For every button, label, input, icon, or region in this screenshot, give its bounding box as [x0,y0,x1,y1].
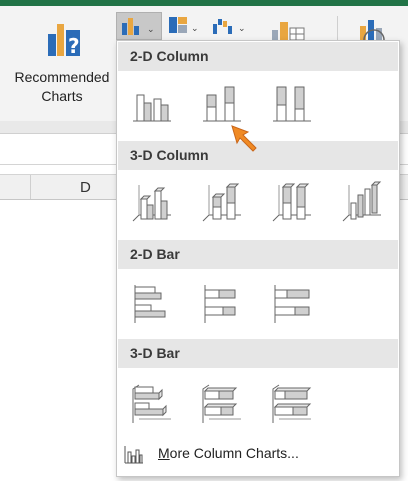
more-column-charts-button[interactable]: More Column Charts... [118,439,398,469]
more-column-charts-label: More Column Charts... [158,445,299,461]
chevron-down-icon: ⌄ [238,23,246,33]
chevron-down-icon: ⌄ [147,24,155,34]
hierarchy-chart-icon [169,17,187,33]
section-3d-bar: 3-D Bar [118,339,398,368]
stacked-bar-icon[interactable] [199,281,243,325]
column-chart-dropdown: 2-D Column 3-D Column 2-D Bar 3-D Bar Mo… [116,40,400,477]
chevron-down-icon: ⌄ [191,23,199,33]
more-accelerator-letter: M [158,445,170,461]
svg-text:?: ? [68,34,80,58]
waterfall-chart-icon [213,19,232,34]
recommended-charts-button[interactable]: ? Recommended Charts [8,16,116,108]
clustered-bar-icon[interactable] [129,281,173,325]
recommended-charts-label: Recommended Charts [8,68,116,106]
insert-column-bar-chart-button[interactable]: ⌄ [116,12,162,40]
column-d-header[interactable]: D [80,179,91,196]
column-chart-icon [122,18,139,35]
section-2d-column: 2-D Column [118,42,398,71]
3d-clustered-bar-icon[interactable] [129,381,173,425]
3d-stacked-column-icon[interactable] [199,181,243,225]
section-2d-bar: 2-D Bar [118,240,398,269]
insert-hierarchy-chart-button[interactable]: ⌄ [166,12,202,40]
100-stacked-bar-icon[interactable] [269,281,313,325]
100-stacked-column-icon[interactable] [269,81,313,125]
column-divider [30,175,31,199]
stacked-column-icon[interactable] [199,81,243,125]
3d-100-stacked-column-icon[interactable] [269,181,313,225]
small-column-chart-icon [124,444,144,464]
3d-clustered-column-icon[interactable] [129,181,173,225]
clustered-column-icon[interactable] [129,81,173,125]
3d-column-icon[interactable] [339,181,383,225]
3d-100-stacked-bar-icon[interactable] [269,381,313,425]
insert-waterfall-chart-button[interactable]: ⌄ [210,12,250,40]
pointer-arrow-icon [228,122,262,156]
recommended-label-line2: Charts [41,88,83,104]
recommended-label-line1: Recommended [14,69,110,85]
more-label-text: ore Column Charts... [169,445,299,461]
3d-stacked-bar-icon[interactable] [199,381,243,425]
recommended-charts-icon: ? [46,20,82,60]
